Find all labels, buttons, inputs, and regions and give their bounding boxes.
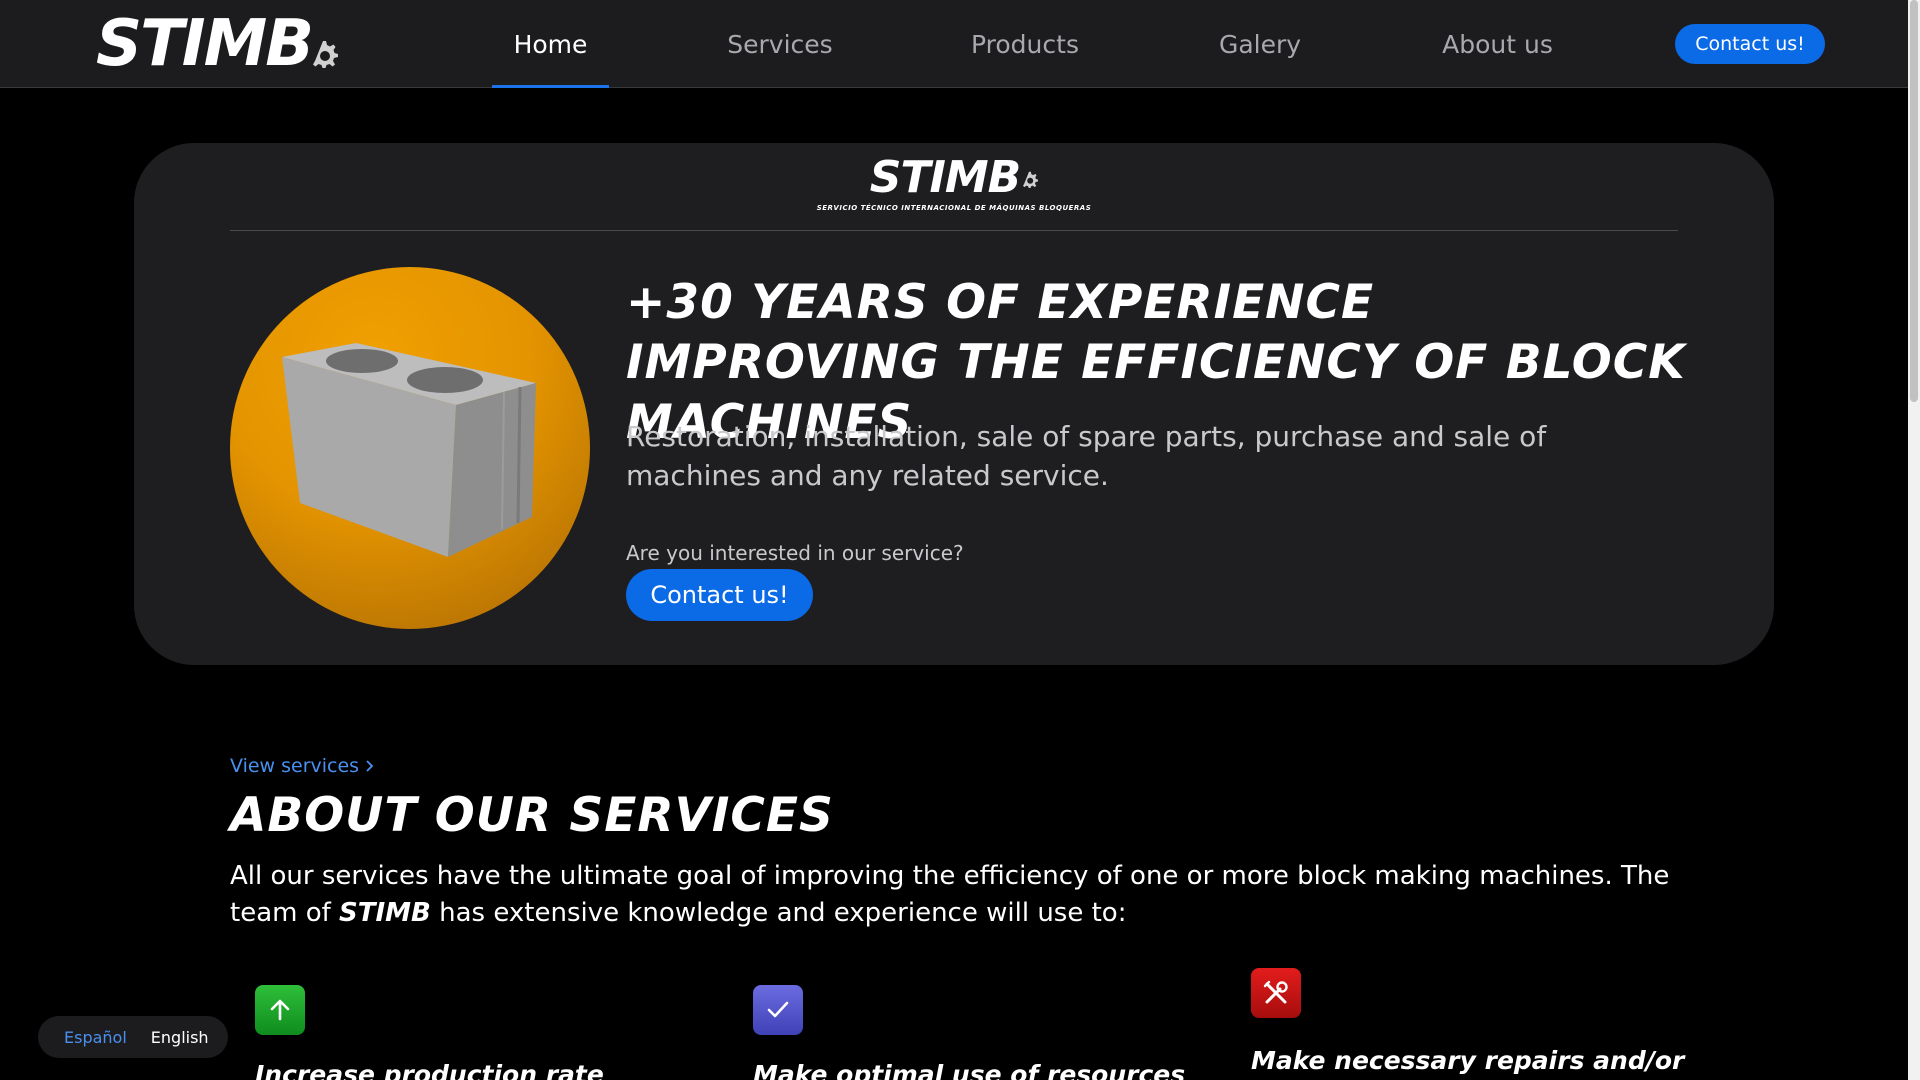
- hero-contact-button[interactable]: Contact us!: [626, 569, 813, 621]
- nav-products-label: Products: [971, 29, 1079, 59]
- gear-icon: [313, 41, 339, 68]
- hero-logo-subtitle: SERVICIO TÉCNICO INTERNACIONAL DE MÁQUIN…: [816, 204, 1092, 212]
- hero-question: Are you interested in our service?: [626, 541, 964, 565]
- hero-card: STIMB SERVICIO TÉCNICO INTERNACIONAL DE …: [134, 143, 1774, 665]
- concrete-block-image: [230, 267, 590, 629]
- hero-logo: STIMB SERVICIO TÉCNICO INTERNACIONAL DE …: [134, 152, 1774, 213]
- brand-name: STIMB: [96, 7, 314, 81]
- services-section-text: All our services have the ultimate goal …: [230, 858, 1680, 932]
- feature-title-resources: Make optimal use of resources: [753, 1060, 1186, 1080]
- nav-home[interactable]: Home: [492, 0, 609, 88]
- nav-home-label: Home: [513, 29, 588, 59]
- services-section-title: ABOUT OUR SERVICES: [230, 788, 834, 843]
- hero-divider: [230, 230, 1678, 231]
- nav-services-label: Services: [727, 29, 833, 59]
- feature-title-repairs: Make necessary repairs and/or: [1251, 1046, 1685, 1075]
- header-contact-button[interactable]: Contact us!: [1675, 24, 1825, 64]
- brand-logo[interactable]: STIMB: [96, 7, 339, 81]
- chevron-right-icon: [366, 760, 374, 772]
- arrow-up-icon: [255, 985, 305, 1035]
- page-scrollbar[interactable]: [1908, 0, 1920, 1080]
- services-text-end: has extensive knowledge and experience w…: [430, 898, 1127, 928]
- feature-title-production: Increase production rate: [255, 1060, 604, 1080]
- nav-about-label: About us: [1442, 29, 1553, 59]
- view-services-link[interactable]: View services: [230, 755, 375, 777]
- nav-about[interactable]: About us: [1440, 0, 1555, 88]
- language-spanish[interactable]: Español: [64, 1028, 127, 1047]
- view-services-label: View services: [230, 755, 360, 777]
- language-switcher: Español English: [38, 1016, 228, 1058]
- hero-logo-text: STIMB: [869, 152, 1021, 203]
- concrete-block-illustration: [282, 343, 536, 557]
- gear-icon: [1023, 171, 1039, 188]
- language-english[interactable]: English: [151, 1028, 209, 1047]
- scrollbar-thumb[interactable]: [1910, 0, 1918, 402]
- nav-services[interactable]: Services: [720, 0, 840, 88]
- nav-products[interactable]: Products: [965, 0, 1085, 88]
- hero-description: Restoration, installation, sale of spare…: [626, 420, 1547, 492]
- nav-galery[interactable]: Galery: [1210, 0, 1310, 88]
- tools-icon: [1251, 968, 1301, 1018]
- top-navbar: STIMB Home Services Products Galery Abou…: [0, 0, 1908, 88]
- services-text-brand: STIMB: [339, 898, 431, 928]
- check-icon: [753, 985, 803, 1035]
- nav-galery-label: Galery: [1218, 29, 1302, 59]
